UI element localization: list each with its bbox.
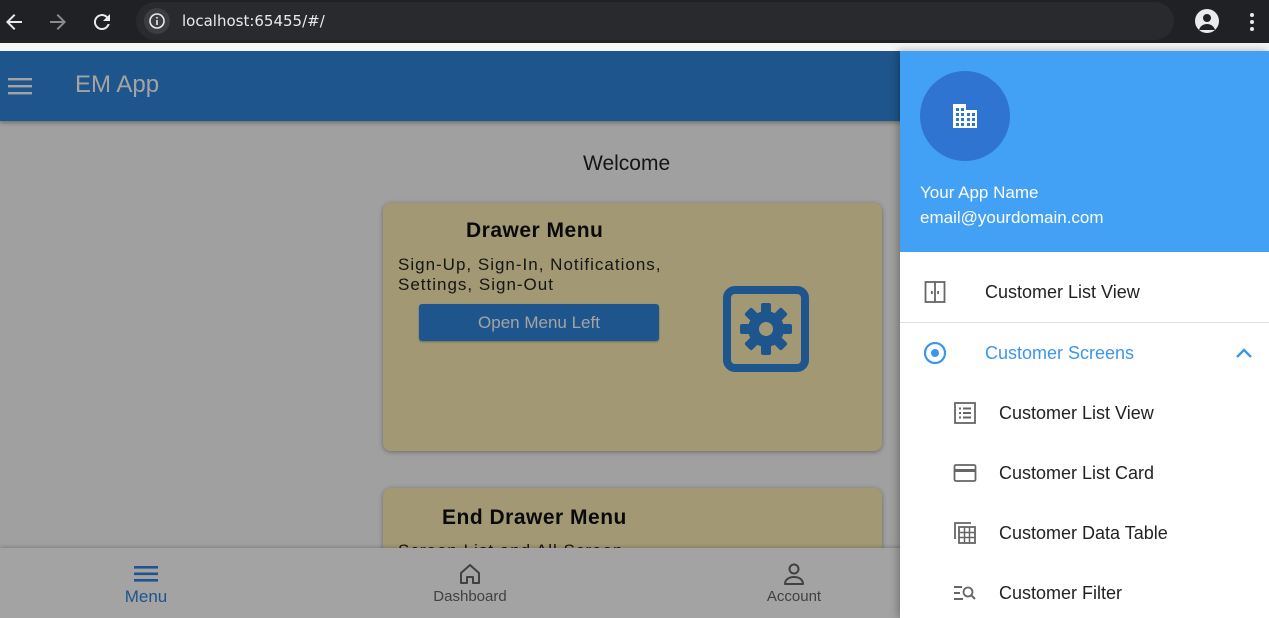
table-icon [953, 521, 977, 545]
drawer-item-label: Customer List View [999, 403, 1154, 423]
filter-search-icon [953, 581, 977, 605]
forward-arrow-icon[interactable] [46, 10, 70, 34]
address-bar[interactable]: localhost:65455/#/ [136, 2, 1174, 40]
drawer-header: Your App Name email@yourdomain.com [900, 51, 1269, 252]
drawer-item-label: Customer List Card [999, 463, 1155, 483]
drawer-item-label: Customer List View [985, 282, 1140, 302]
credit-card-icon [953, 461, 977, 485]
address-url[interactable]: localhost:65455/#/ [182, 12, 325, 30]
drawer-item-label: Customer Filter [999, 583, 1123, 603]
browser-chrome: localhost:65455/#/ [0, 0, 1269, 43]
back-arrow-icon[interactable] [2, 10, 26, 34]
drawer-subitem-customer-data-table[interactable]: Customer Data Table [900, 503, 1269, 563]
more-vert-icon[interactable] [1240, 10, 1264, 34]
chevron-up-icon[interactable] [1233, 343, 1255, 365]
drawer-subitem-customer-list-view[interactable]: Customer List View [900, 383, 1269, 443]
radio-target-icon [923, 341, 947, 365]
drawer-subitem-customer-list-card[interactable]: Customer List Card [900, 443, 1269, 503]
drawer-item-label: Customer Screens [985, 343, 1135, 363]
drawer-subitem-customer-filter[interactable]: Customer Filter [900, 563, 1269, 618]
drawer-email: email@yourdomain.com [920, 208, 1104, 227]
door-icon [923, 280, 947, 304]
reload-icon[interactable] [90, 10, 114, 34]
drawer-app-name: Your App Name [920, 183, 1039, 202]
end-drawer: Your App Name email@yourdomain.com Custo… [900, 51, 1269, 618]
apartment-icon [953, 104, 977, 128]
drawer-item-label: Customer Data Table [999, 523, 1168, 543]
drawer-item-customer-list-view[interactable]: Customer List View [900, 262, 1269, 322]
list-alt-icon [953, 401, 977, 425]
app-avatar [920, 71, 1010, 161]
profile-icon[interactable] [1195, 9, 1219, 33]
site-info-icon[interactable] [144, 8, 170, 34]
drawer-item-customer-screens[interactable]: Customer Screens [900, 323, 1269, 383]
